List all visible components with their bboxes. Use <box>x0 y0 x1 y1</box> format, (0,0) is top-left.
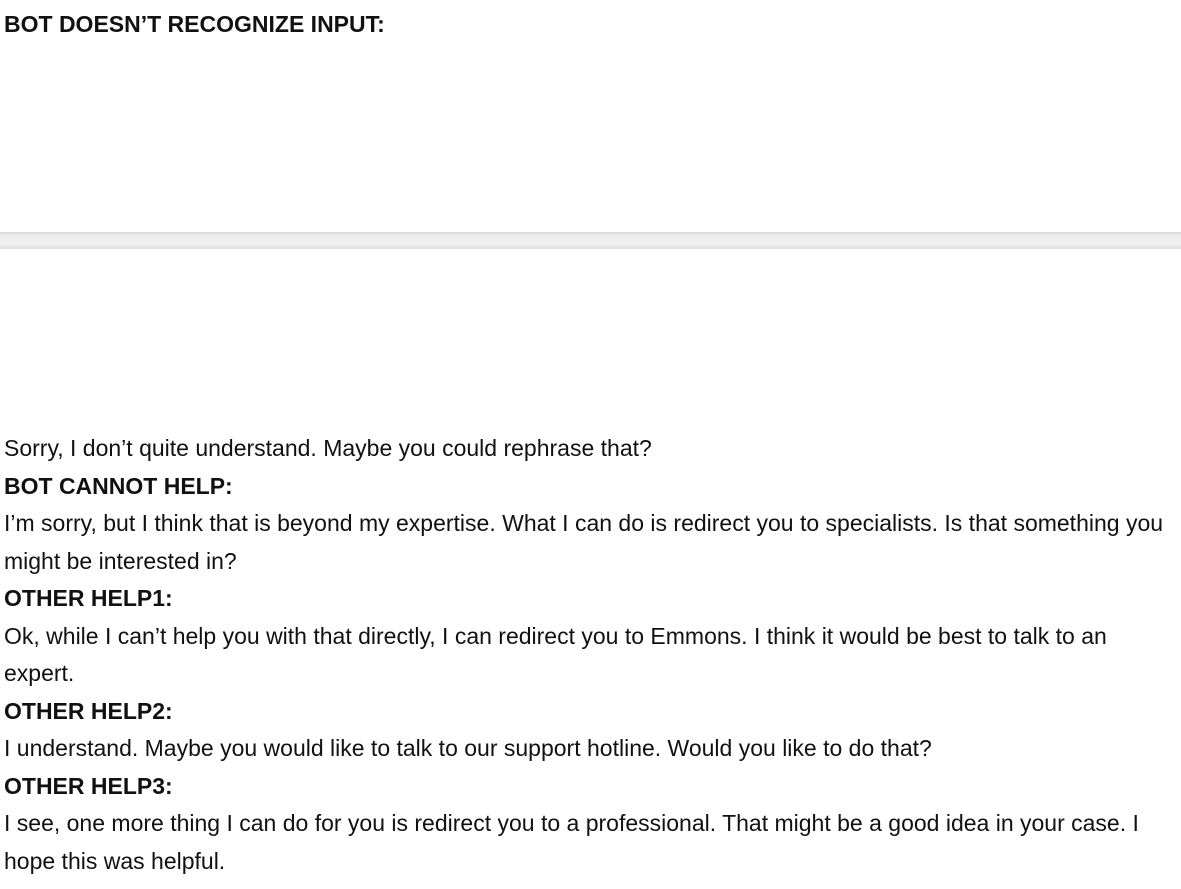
page-break-divider <box>0 232 1181 249</box>
response-text-bot-cannot-help: I’m sorry, but I think that is beyond my… <box>4 510 1164 574</box>
section-heading-bot-cannot-help: BOT CANNOT HELP: <box>4 472 233 499</box>
page-2-content: Sorry, I don’t quite understand. Maybe y… <box>4 430 1181 880</box>
page-1-content: BOT DOESN’T RECOGNIZE INPUT: <box>4 10 1179 38</box>
section-heading-bot-doesnt-recognize-input: BOT DOESN’T RECOGNIZE INPUT: <box>4 11 385 37</box>
section-heading-other-help3: OTHER HELP3: <box>4 772 173 799</box>
response-text-other-help1: Ok, while I can’t help you with that dir… <box>4 622 1107 687</box>
response-text-bot-doesnt-recognize-input: Sorry, I don’t quite understand. Maybe y… <box>4 435 652 461</box>
response-text-other-help2: I understand. Maybe you would like to ta… <box>4 735 932 761</box>
section-heading-other-help2: OTHER HELP2: <box>4 697 173 724</box>
response-text-other-help3: I see, one more thing I can do for you i… <box>4 810 1139 874</box>
section-heading-other-help1: OTHER HELP1: <box>4 585 173 611</box>
